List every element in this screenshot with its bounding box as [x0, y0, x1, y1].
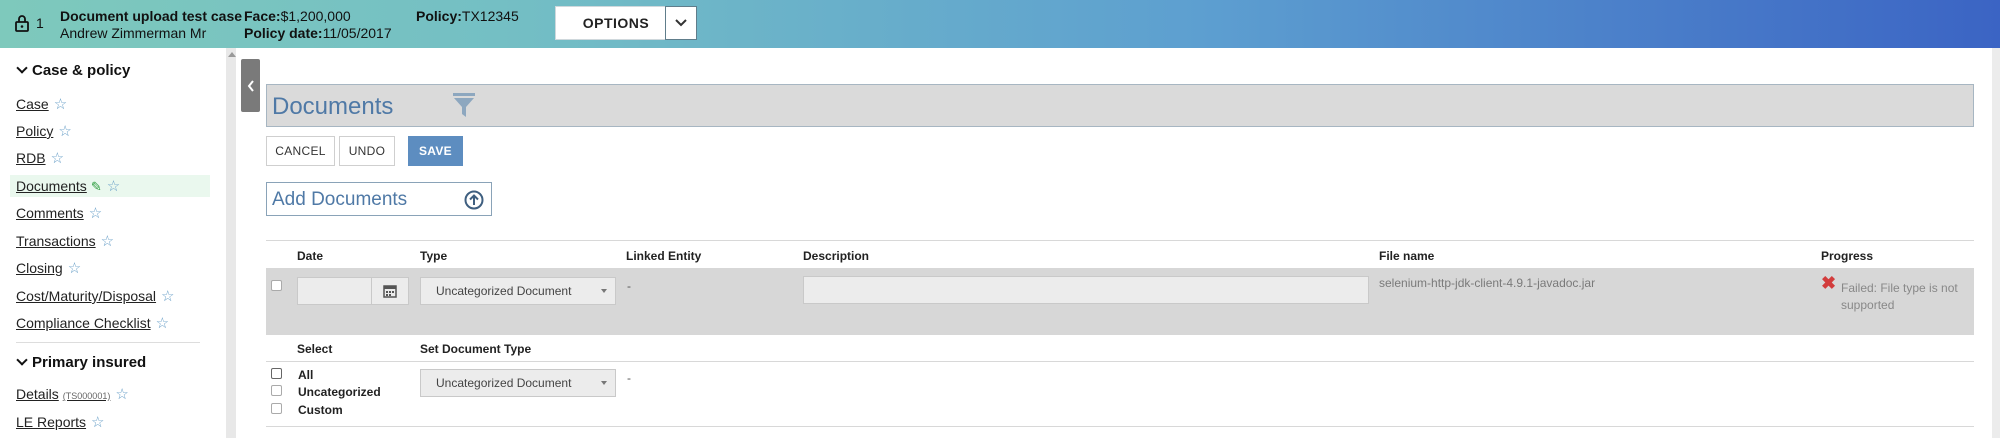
star-icon[interactable]: ☆ [58, 122, 71, 140]
collapse-sidebar-button[interactable] [241, 59, 260, 112]
upload-icon[interactable] [464, 190, 484, 210]
bulk-divider [266, 361, 1974, 362]
select-custom-label: Custom [298, 403, 343, 417]
scroll-up-arrow-icon[interactable] [228, 52, 236, 57]
sidebar-item-case[interactable]: Case ☆ [16, 95, 67, 113]
date-input[interactable] [297, 277, 372, 305]
sidebar-item-rdb[interactable]: RDB ☆ [16, 149, 64, 167]
select-header: Select [297, 342, 333, 356]
bulk-document-type-select[interactable]: Uncategorized Document [420, 369, 616, 397]
sidebar-divider [16, 342, 200, 343]
policy-number: Policy:TX12345 [416, 8, 519, 24]
sidebar-item-compliance-checklist[interactable]: Compliance Checklist ☆ [16, 314, 169, 332]
star-icon[interactable]: ☆ [51, 149, 64, 167]
select-all-checkbox[interactable] [271, 368, 282, 379]
error-x-icon: ✖ [1821, 273, 1837, 293]
filter-icon[interactable] [453, 93, 475, 119]
insured-id-tag: (TS000001) [62, 391, 111, 401]
cancel-button[interactable]: CANCEL [266, 136, 335, 166]
column-header-date: Date [297, 249, 324, 263]
select-all-label: All [298, 368, 314, 382]
add-documents-panel[interactable]: Add Documents [266, 182, 492, 216]
documents-title-bar: Documents [266, 84, 1974, 127]
sidebar-item-closing[interactable]: Closing ☆ [16, 259, 81, 277]
column-header-linked-entity: Linked Entity [626, 249, 702, 263]
chevron-down-icon [16, 354, 28, 366]
linked-entity-value: - [627, 279, 631, 293]
star-icon[interactable]: ☆ [101, 232, 114, 250]
options-button[interactable]: OPTIONS [555, 6, 677, 40]
column-header-description: Description [803, 249, 870, 263]
chevron-down-icon [675, 19, 687, 27]
add-documents-label: Add Documents [272, 189, 408, 210]
main-scrollbar[interactable] [1992, 48, 2000, 438]
bulk-bottom-border [266, 426, 1974, 427]
sidebar-item-policy[interactable]: Policy ☆ [16, 122, 72, 140]
calendar-icon [383, 285, 397, 298]
star-icon[interactable]: ☆ [115, 385, 128, 403]
document-type-select[interactable]: Uncategorized Document [420, 277, 616, 305]
case-owner: Andrew Zimmerman Mr [60, 25, 207, 41]
case-title: Document upload test case [60, 8, 243, 24]
star-icon[interactable]: ☆ [89, 204, 102, 222]
chevron-left-icon [247, 79, 254, 92]
star-icon[interactable]: ☆ [68, 259, 81, 277]
case-header: 1 Document upload test case Andrew Zimme… [0, 0, 2000, 48]
lock-icon [15, 15, 29, 32]
file-name-value: selenium-http-jdk-client-4.9.1-javadoc.j… [1379, 276, 1596, 290]
star-icon[interactable]: ☆ [161, 287, 174, 305]
sidebar-item-transactions[interactable]: Transactions ☆ [16, 232, 114, 250]
sidebar-item-le-reports[interactable]: LE Reports ☆ [16, 413, 105, 431]
dropdown-arrow-icon [601, 289, 607, 293]
table-top-border [266, 240, 1974, 241]
pencil-icon: ✎ [90, 179, 102, 194]
select-uncategorized-checkbox[interactable] [271, 385, 282, 396]
column-header-type: Type [420, 249, 448, 263]
dropdown-arrow-icon [601, 381, 607, 385]
star-icon[interactable]: ☆ [91, 413, 104, 431]
section-primary-insured[interactable]: Primary insured [16, 354, 146, 371]
column-header-file-name: File name [1379, 249, 1435, 263]
page-title: Documents [272, 93, 394, 120]
case-number: 1 [36, 15, 44, 31]
undo-button[interactable]: UNDO [339, 136, 395, 166]
face-amount: Face:$1,200,000 [244, 8, 351, 24]
sidebar-item-documents[interactable]: Documents ✎ ☆ [16, 177, 120, 195]
chevron-down-icon [16, 62, 28, 74]
policy-date: Policy date:11/05/2017 [244, 25, 392, 41]
sidebar-item-details[interactable]: Details (TS000001) ☆ [16, 385, 129, 403]
sidebar-item-comments[interactable]: Comments ☆ [16, 204, 102, 222]
select-custom-checkbox[interactable] [271, 403, 282, 414]
select-uncategorized-label: Uncategorized [298, 385, 381, 399]
bulk-linked-entity-value: - [627, 371, 631, 385]
star-icon[interactable]: ☆ [107, 177, 120, 195]
section-case-policy[interactable]: Case & policy [16, 62, 130, 79]
column-header-progress: Progress [1821, 249, 1874, 263]
progress-status: Failed: File type is not supported [1841, 281, 1958, 312]
set-document-type-header: Set Document Type [420, 342, 532, 356]
star-icon[interactable]: ☆ [54, 95, 67, 113]
description-input[interactable] [803, 276, 1369, 304]
star-icon[interactable]: ☆ [156, 314, 169, 332]
sidebar-scrollbar[interactable] [226, 48, 236, 438]
options-dropdown-button[interactable] [665, 6, 697, 40]
sidebar-item-cost-maturity-disposal[interactable]: Cost/Maturity/Disposal ☆ [16, 287, 175, 305]
save-button[interactable]: SAVE [408, 136, 463, 166]
calendar-button[interactable] [371, 277, 409, 305]
row-select-checkbox[interactable] [271, 280, 282, 291]
